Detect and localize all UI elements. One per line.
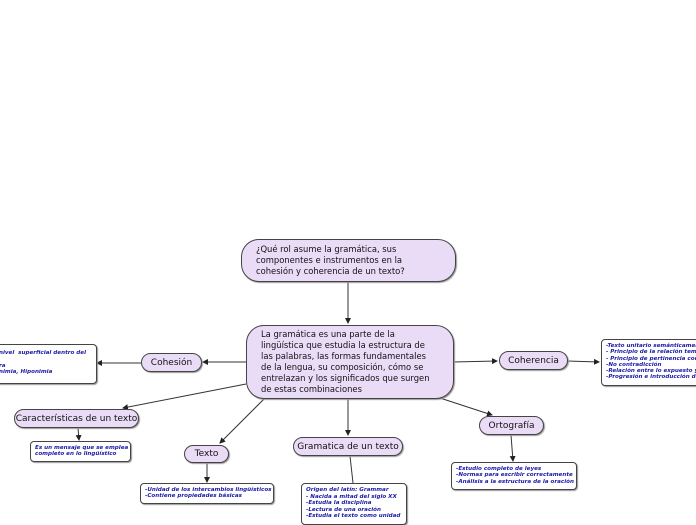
topic-cohesion[interactable]: Cohesión bbox=[141, 353, 202, 372]
question-node[interactable]: ¿Qué rol asume la gramática, sus compone… bbox=[241, 239, 456, 282]
topic-ortografia[interactable]: Ortografía bbox=[479, 416, 544, 435]
note-texto[interactable]: -Unidad de los intercambios lingüísticos… bbox=[140, 483, 274, 504]
topic-gramatica[interactable]: Gramatica de un texto bbox=[293, 437, 403, 456]
central-node[interactable]: La gramática es una parte de la lingüíst… bbox=[246, 325, 454, 399]
topic-texto[interactable]: Texto bbox=[184, 445, 229, 463]
note-coherencia[interactable]: -Texto unitario semánticamente - Princip… bbox=[601, 339, 696, 386]
note-cohesion[interactable]: nivel superficial dentro del ra nimia, H… bbox=[0, 344, 97, 384]
note-gramatica[interactable]: Origen del latín: Grammar - Nacida a mit… bbox=[301, 483, 407, 525]
note-caracteristicas[interactable]: Es un mensaje que se emplea completo en … bbox=[30, 441, 131, 462]
note-ortografia[interactable]: -Estudio completo de leyes -Normas para … bbox=[451, 462, 577, 490]
topic-caracteristicas[interactable]: Características de un texto bbox=[14, 409, 139, 428]
topic-coherencia[interactable]: Coherencia bbox=[499, 351, 568, 370]
